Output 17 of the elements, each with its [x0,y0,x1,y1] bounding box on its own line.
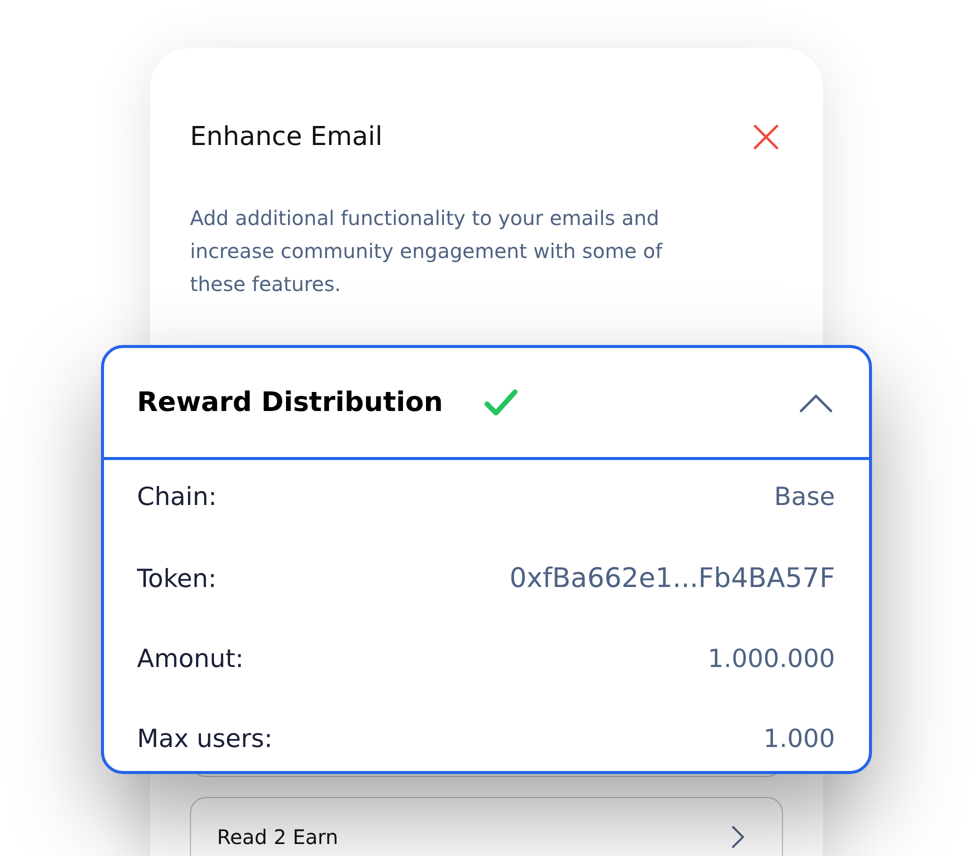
row-value: 0xfBa662e1...Fb4BA57F [509,562,835,594]
row-value: 1.000 [763,724,835,752]
row-value: 1.000.000 [708,644,835,672]
dialog-title: Enhance Email [190,122,382,152]
close-icon [753,124,779,150]
dialog-description: Add additional functionality to your emails and increase community engagement with some of these features. [190,205,664,298]
row-value: Base [774,482,835,511]
collapse-button[interactable] [799,392,833,412]
row-label: Token: [137,564,217,592]
close-button[interactable] [753,124,779,150]
chevron-up-icon [799,392,833,412]
row-label: Amonut: [137,644,244,672]
row-label: Chain: [137,482,217,511]
feature-card[interactable]: Read 2 Earn [190,797,783,856]
row-label: Max users: [137,724,273,752]
panel-title: Reward Distribution [137,387,444,418]
chevron-right-icon [730,824,746,850]
